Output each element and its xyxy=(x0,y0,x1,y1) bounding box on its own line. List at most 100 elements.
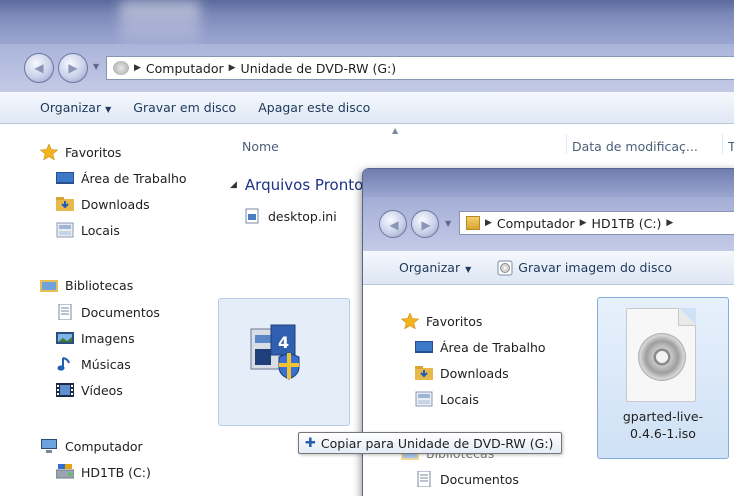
breadcrumb-separator-icon[interactable]: ▶ xyxy=(134,63,141,73)
breadcrumb-drive-c[interactable]: HD1TB (C:) xyxy=(592,216,662,231)
sidebar-item-label: Documentos xyxy=(440,471,519,487)
cd-disc-icon xyxy=(638,333,686,381)
erase-disc-button[interactable]: Apagar este disco xyxy=(258,100,370,115)
forward-button[interactable]: ▶ xyxy=(411,210,439,238)
setup-installer-icon: 4 xyxy=(245,319,309,387)
chevron-down-icon: ▼ xyxy=(465,265,472,274)
sidebar-item-label: Área de Trabalho xyxy=(81,170,187,186)
address-bar[interactable]: ▶ Computador ▶ HD1TB (C:) ▶ xyxy=(459,211,734,235)
collapse-triangle-icon[interactable]: ◢ xyxy=(230,180,237,190)
sidebar-item-label: Locais xyxy=(440,391,479,407)
sidebar-item-documents[interactable]: Documentos xyxy=(56,303,160,321)
disc-image-file-icon xyxy=(626,308,696,402)
file-name: desktop.ini xyxy=(268,208,337,224)
folder-location-icon xyxy=(466,216,480,230)
recent-places-icon xyxy=(415,391,433,407)
sidebar-item-label: Bibliotecas xyxy=(65,277,134,293)
back-button[interactable]: ◀ xyxy=(379,210,407,238)
drag-preview: 4 xyxy=(218,298,350,426)
sidebar-item-label: Imagens xyxy=(81,330,135,346)
breadcrumb-separator-icon[interactable]: ▶ xyxy=(485,218,492,228)
sidebar-item-label: Vídeos xyxy=(81,382,123,398)
drag-copy-tooltip: ✚ Copiar para Unidade de DVD-RW (G:) xyxy=(298,432,563,454)
sidebar-item-favorites[interactable]: Favoritos xyxy=(39,143,121,161)
documents-icon xyxy=(56,303,74,321)
music-note-icon xyxy=(56,356,74,372)
navigation-bar: ◀ ▶ ▼ ▶ Computador ▶ Unidade de DVD-RW (… xyxy=(0,44,734,92)
back-arrow-icon: ◀ xyxy=(389,218,399,232)
sidebar-item-label: Computador xyxy=(65,438,143,454)
sidebar-item-libraries[interactable]: Bibliotecas xyxy=(40,277,133,293)
command-bar: Organizar ▼ Gravar em disco Apagar este d… xyxy=(0,92,734,124)
sidebar-item-documents[interactable]: Documentos xyxy=(415,470,519,488)
file-name: gparted-live-0.4.6-1.iso xyxy=(598,408,728,442)
sidebar-item-label: Locais xyxy=(81,222,120,238)
desktop-icon xyxy=(56,170,74,186)
sidebar-item-label: Downloads xyxy=(440,365,509,381)
front-window-body: Favoritos Área de Trabalho Downloads Loc… xyxy=(363,285,734,496)
address-bar[interactable]: ▶ Computador ▶ Unidade de DVD-RW (G:) xyxy=(106,56,734,80)
sidebar-item-label: Downloads xyxy=(81,196,150,212)
forward-arrow-icon: ▶ xyxy=(68,61,78,75)
organize-menu-button[interactable]: Organizar ▼ xyxy=(399,260,471,275)
copy-plus-icon: ✚ xyxy=(305,435,316,451)
sidebar-item-places[interactable]: Locais xyxy=(415,391,479,407)
page-fold-icon xyxy=(678,308,696,326)
column-header-type[interactable]: T xyxy=(728,134,734,158)
sidebar-item-downloads[interactable]: Downloads xyxy=(415,365,509,381)
videos-icon xyxy=(56,382,74,398)
sidebar-item-favorites[interactable]: Favoritos xyxy=(400,312,482,330)
sidebar-item-pictures[interactable]: Imagens xyxy=(56,330,135,346)
sidebar-item-desktop[interactable]: Área de Trabalho xyxy=(56,170,187,186)
computer-location-icon xyxy=(113,61,129,75)
breadcrumb-separator-icon[interactable]: ▶ xyxy=(666,218,673,228)
recent-pages-dropdown-icon[interactable]: ▼ xyxy=(93,62,103,72)
sidebar-item-videos[interactable]: Vídeos xyxy=(56,382,123,398)
burn-disc-icon xyxy=(497,260,513,276)
column-header-name[interactable]: Nome xyxy=(242,134,562,158)
forward-button[interactable]: ▶ xyxy=(58,53,88,83)
star-icon xyxy=(39,143,59,161)
sidebar-item-drive-c[interactable]: HD1TB (C:) xyxy=(55,464,151,480)
chevron-down-icon: ▼ xyxy=(105,105,112,114)
breadcrumb-computer[interactable]: Computador xyxy=(146,61,224,76)
breadcrumb-dvd-drive[interactable]: Unidade de DVD-RW (G:) xyxy=(241,61,397,76)
titlebar-glass-highlight xyxy=(120,0,200,44)
iso-file-item[interactable]: gparted-live-0.4.6-1.iso xyxy=(597,297,729,459)
column-label: T xyxy=(728,138,734,154)
titlebar-bleed-through xyxy=(455,175,459,189)
svg-text:4: 4 xyxy=(278,333,289,352)
breadcrumb-computer[interactable]: Computador xyxy=(497,216,575,231)
breadcrumb-separator-icon[interactable]: ▶ xyxy=(580,218,587,228)
sidebar-item-label: HD1TB (C:) xyxy=(81,464,151,480)
column-divider[interactable] xyxy=(722,134,723,154)
sidebar-item-computer[interactable]: Computador xyxy=(40,438,143,454)
column-label: Data de modificaç... xyxy=(572,138,698,154)
navigation-bar: ◀ ▶ ▼ ▶ Computador ▶ HD1TB (C:) ▶ xyxy=(363,197,734,251)
burn-to-disc-button[interactable]: Gravar em disco xyxy=(133,100,236,115)
downloads-folder-icon xyxy=(56,196,74,212)
forward-arrow-icon: ▶ xyxy=(421,218,431,232)
window-titlebar[interactable] xyxy=(0,0,734,44)
recent-places-icon xyxy=(56,222,74,238)
breadcrumb-separator-icon[interactable]: ▶ xyxy=(229,63,236,73)
tooltip-text: Copiar para Unidade de DVD-RW (G:) xyxy=(320,435,554,451)
command-bar: Organizar ▼ Gravar imagem do disco xyxy=(363,251,734,285)
star-icon xyxy=(400,312,420,330)
documents-icon xyxy=(415,470,433,488)
sidebar-item-places[interactable]: Locais xyxy=(56,222,120,238)
sidebar-item-downloads[interactable]: Downloads xyxy=(56,196,150,212)
recent-pages-dropdown-icon[interactable]: ▼ xyxy=(445,219,455,229)
sidebar-item-label: Documentos xyxy=(81,304,160,320)
window-titlebar[interactable] xyxy=(363,169,734,197)
navigation-pane: Favoritos Área de Trabalho Downloads Loc… xyxy=(0,124,220,496)
sidebar-item-music[interactable]: Músicas xyxy=(56,356,131,372)
organize-menu-button[interactable]: Organizar ▼ xyxy=(40,100,111,115)
back-button[interactable]: ◀ xyxy=(24,53,54,83)
burn-disc-image-button[interactable]: Gravar imagem do disco xyxy=(497,260,672,276)
column-divider[interactable] xyxy=(566,134,567,154)
file-item[interactable]: desktop.ini xyxy=(244,208,337,224)
sort-indicator-icon: ▲ xyxy=(392,126,399,135)
column-header-date[interactable]: Data de modificaç... xyxy=(572,134,722,158)
sidebar-item-desktop[interactable]: Área de Trabalho xyxy=(415,339,546,355)
